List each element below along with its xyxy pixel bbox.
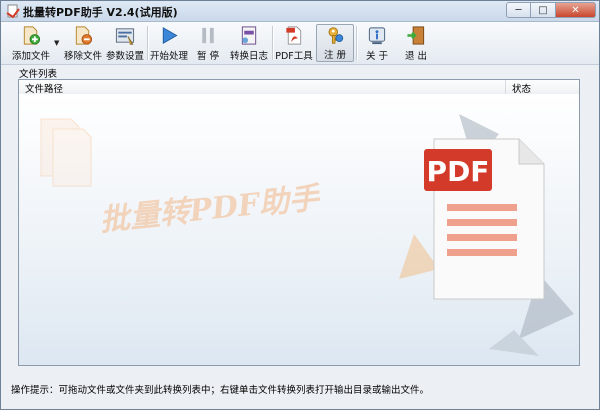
file-list-group-label: 文件列表 xyxy=(19,69,58,80)
column-header-status[interactable]: 状态 xyxy=(512,81,531,95)
settings-icon xyxy=(115,28,135,45)
status-hint: 操作提示：可拖动文件或文件夹到此转换列表中；右键单击文件转换列表打开输出目录或输… xyxy=(11,385,430,396)
add-file-label: 添加文件 xyxy=(11,51,50,62)
file-list-header: 文件路径 状态 xyxy=(19,80,579,95)
about-label: 关 于 xyxy=(365,51,389,62)
toolbar-separator xyxy=(356,26,358,60)
play-icon xyxy=(162,27,178,44)
exit-label: 退 出 xyxy=(404,51,428,62)
app-logo-icon xyxy=(6,4,20,18)
settings-label: 参数设置 xyxy=(105,51,144,62)
maximize-button[interactable]: □ xyxy=(531,2,556,18)
pause-label: 暂 停 xyxy=(196,51,220,62)
watermark-docs-icon xyxy=(40,118,92,187)
pdf-document-icon: PDF xyxy=(424,138,545,300)
window-title: 批量转PDF助手 V2.4(试用版) xyxy=(23,6,178,19)
add-file-icon xyxy=(23,26,41,45)
remove-file-icon xyxy=(75,26,93,45)
pause-button[interactable]: 暂 停 xyxy=(191,24,225,62)
key-icon xyxy=(328,27,344,44)
watermark-graphic: PDF 批量转PDF助手 xyxy=(19,94,579,365)
column-header-path[interactable]: 文件路径 xyxy=(25,81,63,95)
window-controls: ─ □ ✕ xyxy=(506,2,596,19)
title-bar[interactable]: 批量转PDF助手 V2.4(试用版) ─ □ ✕ xyxy=(1,1,599,22)
remove-file-label: 移除文件 xyxy=(63,51,102,62)
remove-file-button[interactable]: 移除文件 xyxy=(63,24,103,62)
about-button[interactable]: 关 于 xyxy=(359,24,395,62)
settings-button[interactable]: 参数设置 xyxy=(105,24,145,62)
log-button[interactable]: 转换日志 xyxy=(229,24,269,62)
file-list[interactable]: 文件路径 状态 PDF 批量转PDF助手 xyxy=(18,79,580,366)
minimize-button[interactable]: ─ xyxy=(506,2,531,18)
close-button[interactable]: ✕ xyxy=(556,2,596,18)
log-icon xyxy=(241,26,257,45)
pdf-tools-button[interactable]: PDF工具 xyxy=(275,24,313,62)
pdf-tools-label: PDF工具 xyxy=(275,51,313,62)
log-label: 转换日志 xyxy=(229,51,268,62)
exit-door-icon xyxy=(407,26,425,45)
app-window: 批量转PDF助手 V2.4(试用版) ─ □ ✕ 添加文件 ▼ 移除文件 参数设… xyxy=(0,0,600,410)
exit-button[interactable]: 退 出 xyxy=(398,24,434,62)
pdf-badge-text: PDF xyxy=(427,155,490,188)
toolbar-separator xyxy=(272,26,274,60)
pdf-tools-icon xyxy=(286,26,302,45)
toolbar-separator xyxy=(147,26,149,60)
add-file-dropdown-icon[interactable]: ▼ xyxy=(54,39,59,47)
column-divider[interactable] xyxy=(505,80,506,94)
start-label: 开始处理 xyxy=(150,51,189,62)
main-toolbar: 添加文件 ▼ 移除文件 参数设置 开始处理 暂 停 转换日志 PDF工具 注 册… xyxy=(1,22,599,65)
register-label: 注 册 xyxy=(323,50,347,61)
pause-icon xyxy=(202,27,214,44)
register-button[interactable]: 注 册 xyxy=(316,24,354,62)
start-button[interactable]: 开始处理 xyxy=(150,24,188,62)
info-icon xyxy=(368,27,386,45)
add-file-button[interactable]: 添加文件 xyxy=(9,24,53,62)
